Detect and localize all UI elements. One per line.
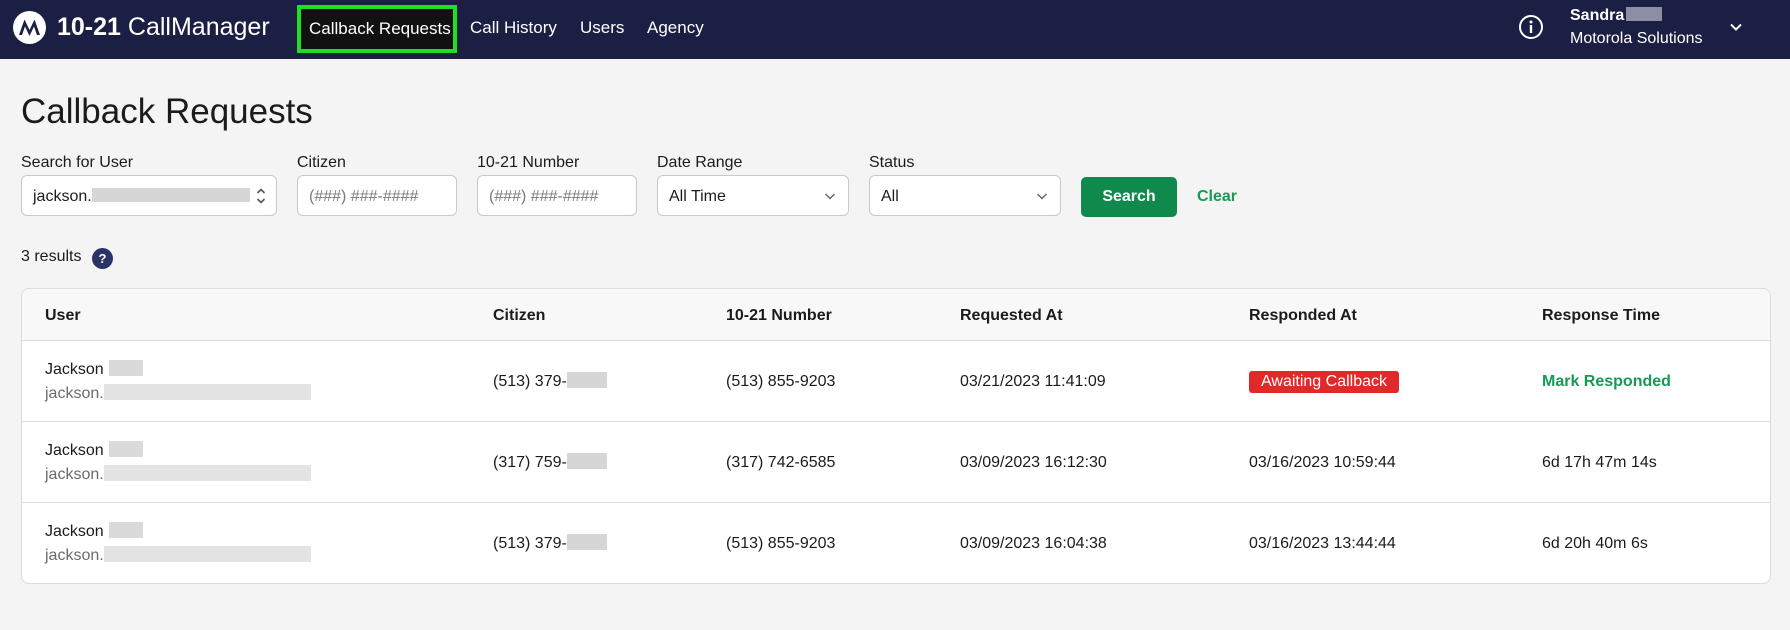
row-response-time: 6d 17h 47m 14s bbox=[1542, 454, 1657, 471]
row-requested-at: 03/21/2023 11:41:09 bbox=[960, 373, 1106, 390]
redacted-email bbox=[103, 546, 311, 562]
row-responded-at: 03/16/2023 10:59:44 bbox=[1249, 454, 1396, 471]
redacted-surname bbox=[108, 441, 143, 457]
date-range-value: All Time bbox=[669, 188, 726, 205]
column-header-user: User bbox=[45, 307, 81, 324]
motorola-logo-icon[interactable] bbox=[13, 11, 46, 44]
row-citizen: (513) 379- bbox=[493, 534, 607, 554]
row-responded-at: 03/16/2023 13:44:44 bbox=[1249, 535, 1396, 552]
column-header-citizen: Citizen bbox=[493, 307, 546, 324]
redacted-email bbox=[91, 188, 250, 202]
redacted-surname bbox=[108, 360, 143, 376]
redacted-last-name bbox=[1626, 7, 1663, 21]
chevron-down-icon[interactable] bbox=[1729, 20, 1743, 34]
number-phone-input[interactable]: (###) ###-#### bbox=[477, 175, 637, 216]
info-icon[interactable] bbox=[1518, 14, 1544, 40]
redacted-email bbox=[103, 465, 311, 481]
row-user-email: jackson. bbox=[45, 546, 311, 566]
date-range-label: Date Range bbox=[657, 154, 743, 171]
user-name[interactable]: Sandra bbox=[1570, 7, 1663, 25]
redacted-email bbox=[103, 384, 311, 400]
nav-tab-agency[interactable]: Agency bbox=[647, 17, 704, 39]
redacted-surname bbox=[108, 522, 143, 538]
page-title: Callback Requests bbox=[21, 92, 313, 131]
help-icon[interactable]: ? bbox=[92, 248, 113, 269]
clear-button[interactable]: Clear bbox=[1197, 187, 1237, 207]
number-phone-placeholder: (###) ###-#### bbox=[489, 188, 599, 205]
user-search-combobox[interactable]: jackson. bbox=[21, 175, 277, 216]
search-button[interactable]: Search bbox=[1081, 177, 1177, 217]
row-response-time: 6d 20h 40m 6s bbox=[1542, 535, 1648, 552]
row-user-name: Jackson bbox=[45, 360, 143, 380]
row-user-email: jackson. bbox=[45, 384, 311, 404]
row-user-name: Jackson bbox=[45, 522, 143, 542]
redacted-digits bbox=[566, 372, 607, 388]
nav-tab-call-history[interactable]: Call History bbox=[470, 17, 557, 39]
mark-responded-button[interactable]: Mark Responded bbox=[1542, 372, 1671, 392]
table-header: User Citizen 10-21 Number Requested At R… bbox=[22, 289, 1770, 341]
row-number: (513) 855-9203 bbox=[726, 373, 836, 390]
app-brand[interactable]: 10-21 CallManager bbox=[57, 12, 270, 42]
brand-prefix: 10-21 bbox=[57, 13, 121, 41]
results-count: 3 results bbox=[21, 248, 82, 265]
row-number: (317) 742-6585 bbox=[726, 454, 836, 471]
row-citizen: (513) 379- bbox=[493, 372, 607, 392]
nav-tab-users[interactable]: Users bbox=[580, 17, 624, 39]
nav-tab-label: Callback Requests bbox=[309, 19, 451, 38]
top-nav-bar: 10-21 CallManager Callback Requests Call… bbox=[0, 0, 1790, 59]
brand-suffix: CallManager bbox=[127, 13, 270, 41]
status-select[interactable]: All bbox=[869, 175, 1061, 216]
row-user-email: jackson. bbox=[45, 465, 311, 485]
row-user-name: Jackson bbox=[45, 441, 143, 461]
redacted-digits bbox=[566, 453, 607, 469]
citizen-phone-placeholder: (###) ###-#### bbox=[309, 188, 419, 205]
table-row: Jackson jackson. (513) 379- (513) 855-92… bbox=[22, 503, 1770, 583]
citizen-filter-label: Citizen bbox=[297, 154, 346, 171]
row-number: (513) 855-9203 bbox=[726, 535, 836, 552]
updown-arrows-icon bbox=[256, 188, 266, 204]
status-label: Status bbox=[869, 154, 915, 171]
column-header-requested-at: Requested At bbox=[960, 307, 1063, 324]
user-filter-label: Search for User bbox=[21, 154, 134, 171]
citizen-phone-input[interactable]: (###) ###-#### bbox=[297, 175, 457, 216]
chevron-down-icon bbox=[824, 193, 836, 200]
user-search-value: jackson. bbox=[33, 187, 250, 206]
awaiting-callback-badge: Awaiting Callback bbox=[1249, 371, 1399, 393]
column-header-response-time: Response Time bbox=[1542, 307, 1660, 324]
user-organization: Motorola Solutions bbox=[1570, 30, 1703, 47]
redacted-digits bbox=[566, 534, 607, 550]
row-requested-at: 03/09/2023 16:12:30 bbox=[960, 454, 1107, 471]
nav-tab-callback-requests[interactable]: Callback Requests bbox=[297, 5, 457, 53]
column-header-number: 10-21 Number bbox=[726, 307, 832, 324]
chevron-down-icon bbox=[1036, 193, 1048, 200]
date-range-select[interactable]: All Time bbox=[657, 175, 849, 216]
row-requested-at: 03/09/2023 16:04:38 bbox=[960, 535, 1107, 552]
number-filter-label: 10-21 Number bbox=[477, 154, 580, 171]
status-value: All bbox=[881, 188, 899, 205]
user-first-name: Sandra bbox=[1570, 7, 1625, 24]
table-row: Jackson jackson. (513) 379- (513) 855-92… bbox=[22, 341, 1770, 422]
column-header-responded-at: Responded At bbox=[1249, 307, 1357, 324]
callback-requests-table: User Citizen 10-21 Number Requested At R… bbox=[21, 288, 1771, 584]
table-row: Jackson jackson. (317) 759- (317) 742-65… bbox=[22, 422, 1770, 503]
row-citizen: (317) 759- bbox=[493, 453, 607, 473]
